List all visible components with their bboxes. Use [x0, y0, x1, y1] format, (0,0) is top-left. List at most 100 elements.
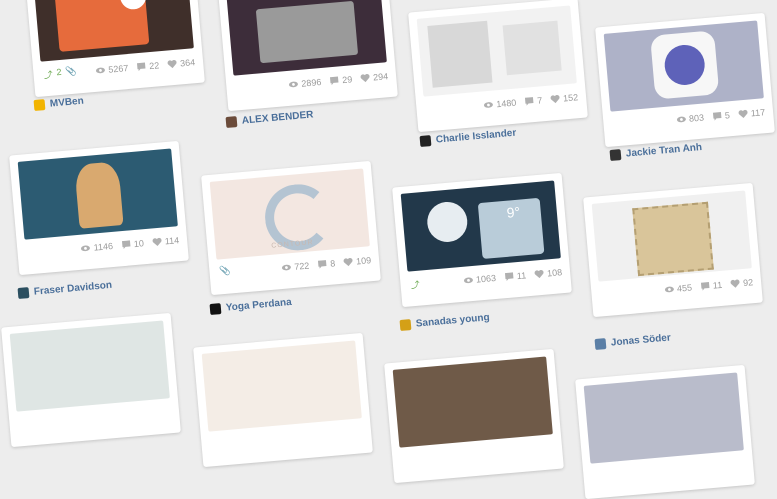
likes-stat[interactable]: 152 — [550, 92, 579, 104]
comments-stat[interactable]: 7 — [524, 95, 543, 107]
comment-icon — [712, 112, 722, 121]
avatar — [17, 287, 30, 299]
likes-count: 108 — [546, 267, 563, 279]
shot-card[interactable]: 9° ⤴ 1063 11 108 — [392, 172, 572, 308]
shot-card[interactable]: 1480 7 152 — [408, 0, 588, 133]
likes-count: 294 — [372, 71, 389, 83]
comments-count: 11 — [712, 279, 723, 291]
author-link[interactable]: Sanadas young — [399, 312, 490, 331]
likes-stat[interactable]: 294 — [360, 71, 389, 83]
shot-thumbnail[interactable] — [583, 372, 744, 464]
views-stat: 1480 — [483, 98, 517, 111]
avatar — [33, 99, 46, 111]
likes-stat[interactable]: 117 — [737, 107, 766, 119]
views-stat: 1146 — [80, 241, 113, 254]
shot-thumbnail[interactable] — [392, 356, 553, 448]
comment-icon — [136, 62, 146, 72]
shot-thumbnail[interactable] — [591, 190, 752, 282]
author-name[interactable]: MVBen — [49, 96, 84, 110]
comments-count: 10 — [133, 238, 145, 250]
comment-icon — [121, 240, 131, 250]
likes-stat[interactable]: 108 — [534, 267, 563, 279]
views-count: 455 — [676, 282, 693, 294]
avatar — [225, 116, 238, 128]
author-name[interactable]: Jonas Söder — [610, 332, 671, 348]
comments-count: 22 — [148, 60, 160, 72]
shot-thumbnail[interactable] — [17, 148, 178, 240]
comment-icon — [317, 260, 327, 269]
comments-stat[interactable]: 11 — [504, 270, 527, 282]
shot-thumbnail[interactable] — [9, 320, 170, 412]
shot-card[interactable] — [575, 364, 755, 499]
likes-stat[interactable]: 109 — [343, 255, 372, 267]
heart-icon — [360, 73, 370, 83]
author-name[interactable]: Charlie Isslander — [435, 128, 516, 146]
shot-card[interactable] — [193, 332, 373, 468]
shot-card[interactable]: 803 5 117 — [595, 12, 775, 148]
likes-count: 92 — [742, 277, 754, 288]
eye-icon — [664, 286, 674, 293]
author-name[interactable]: Yoga Perdana — [225, 297, 292, 314]
comments-stat[interactable]: 5 — [711, 110, 730, 122]
views-count: 803 — [688, 112, 705, 124]
eye-icon — [483, 102, 493, 108]
author-name[interactable]: Sanadas young — [415, 312, 490, 329]
comments-stat[interactable]: 11 — [700, 280, 723, 292]
shot-thumbnail[interactable] — [416, 5, 577, 97]
author-link[interactable]: Fraser Davidson — [17, 280, 112, 299]
heart-icon — [534, 269, 544, 279]
views-count: 1063 — [475, 272, 497, 285]
eye-icon — [81, 245, 91, 252]
comments-stat[interactable]: 22 — [136, 60, 160, 72]
avatar — [399, 319, 412, 331]
author-link[interactable]: Jonas Söder — [594, 332, 671, 350]
shot-card[interactable]: 2896 29 294 — [218, 0, 398, 112]
eye-icon — [281, 264, 291, 271]
comments-stat[interactable]: 10 — [121, 238, 145, 250]
shot-thumbnail[interactable]: CONTOUR — [209, 168, 370, 260]
shot-thumbnail[interactable] — [603, 20, 764, 112]
author-name[interactable]: Jackie Tran Anh — [625, 142, 702, 160]
views-stat: 803 — [676, 112, 705, 125]
heart-icon — [550, 94, 560, 104]
shot-card[interactable] — [384, 348, 564, 484]
shot-card[interactable]: ⤴ 2 📎 5267 22 364 — [25, 0, 205, 98]
avatar — [594, 338, 607, 350]
comment-icon — [329, 76, 339, 86]
shot-card[interactable]: 1146 10 114 — [9, 140, 189, 276]
likes-stat[interactable]: 92 — [730, 277, 754, 289]
comment-icon — [504, 272, 514, 282]
author-link[interactable]: MVBen — [33, 96, 84, 111]
heart-icon — [738, 109, 748, 119]
views-count: 2896 — [300, 77, 322, 89]
shot-card[interactable] — [1, 312, 181, 448]
eye-icon — [95, 67, 105, 74]
author-name[interactable]: ALEX BENDER — [241, 109, 313, 126]
shot-thumbnail[interactable]: 9° — [400, 180, 561, 272]
comments-count: 7 — [536, 95, 543, 106]
shot-thumbnail[interactable] — [33, 0, 194, 62]
avatar — [419, 135, 432, 147]
likes-stat[interactable]: 364 — [167, 57, 196, 69]
comments-stat[interactable]: 29 — [329, 74, 353, 86]
views-count: 1480 — [495, 97, 517, 110]
views-count: 1146 — [93, 240, 114, 253]
shot-card[interactable]: 455 11 92 — [583, 182, 763, 318]
author-link[interactable]: ALEX BENDER — [225, 109, 314, 128]
views-count: 722 — [293, 260, 310, 272]
comment-icon — [524, 97, 534, 106]
views-stat: 455 — [664, 282, 693, 295]
author-link[interactable]: Yoga Perdana — [209, 297, 292, 315]
avatar — [209, 303, 222, 315]
shot-thumbnail[interactable] — [226, 0, 387, 76]
comments-stat[interactable]: 8 — [317, 258, 336, 270]
shot-card[interactable]: CONTOUR 📎 722 8 109 — [201, 160, 381, 296]
likes-stat[interactable]: 114 — [151, 235, 180, 247]
eye-icon — [288, 81, 298, 88]
shot-thumbnail[interactable] — [201, 340, 362, 432]
views-stat: 2896 — [288, 77, 322, 90]
views-stat: 5267 — [95, 63, 129, 76]
comments-count: 11 — [516, 270, 527, 282]
avatar — [609, 149, 622, 161]
author-name[interactable]: Fraser Davidson — [33, 280, 112, 298]
